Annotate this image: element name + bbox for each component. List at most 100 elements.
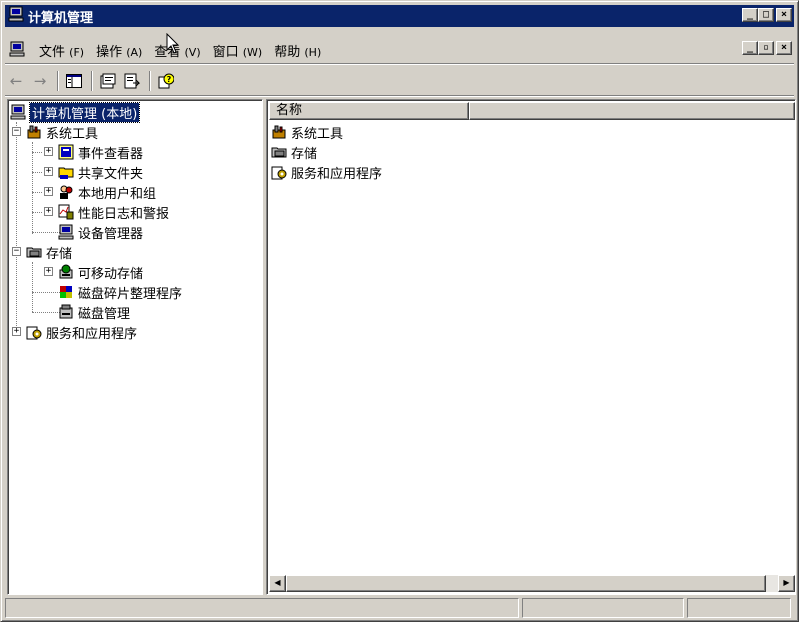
- mdi-close-button[interactable]: ×: [776, 41, 792, 55]
- menu-file[interactable]: 文件 (F): [33, 41, 90, 60]
- back-arrow-icon[interactable]: ←: [5, 71, 27, 91]
- tree-connector: [32, 142, 33, 234]
- expander-system-tools[interactable]: −: [12, 127, 21, 136]
- event-viewer-icon: [58, 144, 74, 160]
- tree-connector: [32, 192, 42, 193]
- toolbar-separator: [149, 71, 151, 91]
- column-header-filler: [469, 102, 795, 120]
- disk-management-icon: [59, 304, 73, 319]
- device-manager-icon: [58, 224, 74, 240]
- mdi-restore-button[interactable]: ▫: [758, 41, 774, 55]
- status-panel-3: [687, 598, 791, 618]
- tree-connector: [32, 212, 42, 213]
- defrag-icon: [60, 286, 72, 298]
- toolbar-separator-line: [5, 95, 794, 97]
- console-tree-pane[interactable]: 计算机管理 (本地) − 系统工具 + 事件查看器 + 共享文件夹 + 本地用户…: [7, 99, 263, 595]
- performance-icon: [58, 204, 74, 220]
- expander-storage[interactable]: −: [12, 247, 21, 256]
- close-button[interactable]: ×: [776, 8, 792, 22]
- toolbox-icon: [272, 125, 286, 139]
- toolbox-icon: [27, 125, 41, 139]
- status-panel-main: [5, 598, 519, 618]
- tree-item-services-apps[interactable]: 服务和应用程序: [26, 322, 137, 342]
- window-title: 计算机管理: [28, 10, 94, 26]
- tree-connector: [32, 152, 42, 153]
- tree-item-label: 磁盘碎片整理程序: [78, 286, 183, 302]
- expander-event-viewer[interactable]: +: [44, 147, 53, 156]
- removable-storage-icon: [59, 264, 73, 279]
- tree-item-shared-folders[interactable]: 共享文件夹: [58, 162, 143, 182]
- toolbar-separator: [57, 71, 59, 91]
- properties-icon[interactable]: [97, 71, 119, 91]
- computer-icon: [10, 104, 26, 120]
- tree-item-label: 性能日志和警报: [78, 206, 170, 222]
- menu-window[interactable]: 窗口 (W): [207, 41, 269, 60]
- tree-item-label: 共享文件夹: [78, 166, 144, 182]
- tree-item-event-viewer[interactable]: 事件查看器: [58, 142, 143, 162]
- svg-text:?: ?: [167, 75, 172, 84]
- computer-icon: [8, 6, 24, 26]
- tree-item-local-users[interactable]: 本地用户和组: [58, 182, 156, 202]
- expander-local-users[interactable]: +: [44, 187, 53, 196]
- list-item-storage[interactable]: 存储: [271, 142, 317, 162]
- tree-item-label: 本地用户和组: [78, 186, 157, 202]
- storage-icon: [271, 147, 287, 158]
- tree-connector: [32, 172, 42, 173]
- services-icon: [26, 326, 42, 340]
- export-list-icon[interactable]: [121, 71, 143, 91]
- menu-bar: 文件 (F) 操作 (A) 查看 (V) 窗口 (W) 帮助 (H) _ ▫ ×: [5, 39, 794, 61]
- expander-perf-logs[interactable]: +: [44, 207, 53, 216]
- users-icon: [60, 185, 73, 199]
- expander-shared-folders[interactable]: +: [44, 167, 53, 176]
- tree-item-label: 存储: [46, 246, 73, 262]
- tree-item-label: 设备管理器: [78, 226, 144, 242]
- list-item-services-apps[interactable]: 服务和应用程序: [271, 162, 382, 182]
- forward-arrow-icon[interactable]: →: [29, 71, 51, 91]
- maximize-button[interactable]: □: [758, 8, 774, 22]
- tree-item-label: 事件查看器: [78, 146, 144, 162]
- tree-item-root[interactable]: 计算机管理 (本地): [10, 101, 141, 123]
- tree-item-disk-defrag[interactable]: 磁盘碎片整理程序: [58, 282, 182, 302]
- status-panel-2: [522, 598, 684, 618]
- mdi-caption-buttons: _ ▫ ×: [742, 41, 792, 55]
- scroll-right-arrow-icon[interactable]: ▶: [778, 575, 795, 592]
- tree-item-label: 系统工具: [46, 126, 99, 142]
- storage-icon: [26, 247, 42, 258]
- mdi-minimize-button[interactable]: _: [742, 41, 758, 55]
- list-item-label: 服务和应用程序: [291, 166, 383, 182]
- list-header: 名称: [269, 102, 795, 120]
- tree-item-perf-logs[interactable]: 性能日志和警报: [58, 202, 169, 222]
- mouse-cursor-icon: [166, 33, 180, 54]
- tree-item-system-tools[interactable]: 系统工具: [26, 122, 98, 142]
- horizontal-scrollbar[interactable]: ◀ ▶: [269, 575, 795, 592]
- tree-connector: [32, 262, 33, 312]
- tree-item-label: 计算机管理 (本地): [28, 101, 141, 123]
- show-hide-tree-icon[interactable]: [63, 71, 85, 91]
- tree-item-device-manager[interactable]: 设备管理器: [58, 222, 143, 242]
- tree-item-label: 磁盘管理: [78, 306, 131, 322]
- tree-connector: [16, 122, 17, 332]
- status-bar: [5, 598, 794, 619]
- toolbar-separator: [91, 71, 93, 91]
- console-icon[interactable]: [9, 41, 25, 60]
- menu-help[interactable]: 帮助 (H): [268, 41, 327, 60]
- scroll-thumb[interactable]: [286, 575, 766, 592]
- scroll-left-arrow-icon[interactable]: ◀: [269, 575, 286, 592]
- menu-action[interactable]: 操作 (A): [90, 41, 148, 60]
- services-icon: [271, 166, 287, 180]
- tree-item-disk-management[interactable]: 磁盘管理: [58, 302, 130, 322]
- help-icon[interactable]: ?: [155, 71, 177, 91]
- tree-item-storage[interactable]: 存储: [26, 242, 72, 262]
- tree-item-label: 服务和应用程序: [46, 326, 138, 342]
- minimize-button[interactable]: _: [742, 8, 758, 22]
- computer-management-window: 计算机管理 _ □ × 文件 (F) 操作 (A) 查看 (V) 窗口 (W) …: [0, 0, 799, 622]
- tree-item-removable-storage[interactable]: 可移动存储: [58, 262, 143, 282]
- expander-removable-storage[interactable]: +: [44, 267, 53, 276]
- list-item-label: 系统工具: [291, 126, 344, 142]
- column-header-name[interactable]: 名称: [269, 102, 469, 120]
- list-item-system-tools[interactable]: 系统工具: [271, 122, 343, 142]
- details-pane[interactable]: 名称 系统工具 存储 服务和应用程序 ◀ ▶: [266, 99, 796, 595]
- menu-separator: [5, 63, 794, 65]
- title-bar[interactable]: 计算机管理 _ □ ×: [5, 5, 794, 27]
- expander-services[interactable]: +: [12, 327, 21, 336]
